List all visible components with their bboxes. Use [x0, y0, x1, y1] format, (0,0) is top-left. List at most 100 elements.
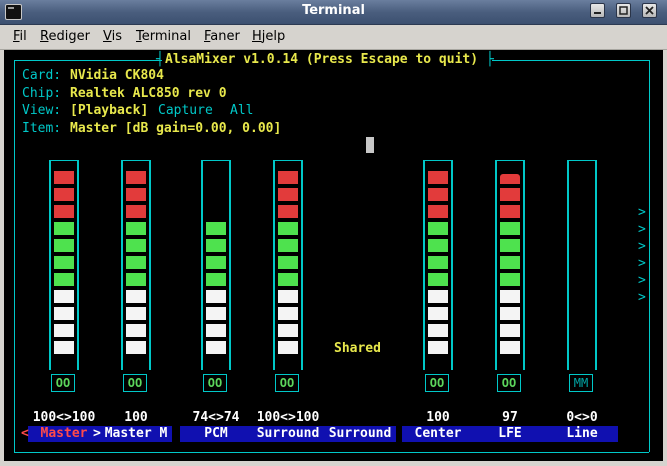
level-block	[500, 256, 520, 269]
level-block	[428, 341, 448, 354]
item-value: Master [dB gain=0.00, 0.00]	[70, 121, 282, 136]
channel-label[interactable]: Surround	[252, 426, 324, 442]
channel-label[interactable]: Line	[546, 426, 618, 442]
level-block	[126, 256, 146, 269]
menu-terminal[interactable]: Terminal	[136, 29, 191, 44]
mute-toggle[interactable]: OO	[275, 374, 299, 392]
scroll-right-arrow[interactable]: >	[638, 222, 646, 238]
level-block	[500, 290, 520, 303]
level-block	[206, 256, 226, 269]
view-playback[interactable]: [Playback]	[70, 103, 148, 119]
mute-toggle[interactable]: OO	[203, 374, 227, 392]
level-block	[206, 222, 226, 235]
level-block	[278, 188, 298, 201]
slider-cap	[423, 160, 453, 165]
volume-slider[interactable]: MM	[567, 160, 597, 400]
scroll-right-arrow[interactable]: >	[638, 290, 646, 306]
volume-slider[interactable]: OO	[273, 160, 303, 400]
level-block	[54, 205, 74, 218]
volume-readout: 100	[426, 410, 450, 425]
frame-bottom	[14, 452, 649, 453]
menu-fil[interactable]: Fil	[13, 29, 27, 44]
chip-label: Chip:	[22, 86, 62, 101]
level-block	[206, 324, 226, 337]
volume-readout: 74<>74	[192, 410, 240, 425]
channel-label[interactable]: LFE	[474, 426, 546, 442]
level-block	[428, 307, 448, 320]
level-block	[500, 324, 520, 337]
terminal-view[interactable]: ┤ AlsaMixer v1.0.14 (Press Escape to qui…	[4, 50, 663, 461]
mute-toggle[interactable]: MM	[569, 374, 593, 392]
volume-readout: 100<>100	[32, 410, 96, 425]
level-block	[206, 273, 226, 286]
level-block	[206, 290, 226, 303]
slider-cap	[567, 160, 597, 165]
channel-label[interactable]: Center	[402, 426, 474, 442]
scroll-right-arrow[interactable]: >	[638, 205, 646, 221]
close-icon	[645, 6, 654, 15]
volume-slider[interactable]: OO	[495, 160, 525, 400]
selection-right-marker: >	[93, 426, 101, 441]
level-block	[126, 188, 146, 201]
level-block	[206, 341, 226, 354]
channel-label[interactable]: Master	[28, 426, 100, 442]
level-block	[54, 239, 74, 252]
text-cursor	[366, 137, 374, 153]
level-block	[54, 307, 74, 320]
frame-top-right	[492, 60, 649, 61]
level-block	[126, 205, 146, 218]
close-button[interactable]	[642, 3, 657, 18]
level-block	[126, 307, 146, 320]
menu-rediger[interactable]: Rediger	[40, 29, 90, 44]
slider-rail	[77, 160, 79, 370]
level-block	[126, 171, 146, 184]
mute-toggle[interactable]: OO	[497, 374, 521, 392]
level-block	[278, 205, 298, 218]
scroll-right-arrow[interactable]: >	[638, 273, 646, 289]
level-block	[54, 222, 74, 235]
window-title: Terminal	[302, 3, 365, 18]
volume-slider[interactable]: OO	[201, 160, 231, 400]
level-block	[54, 171, 74, 184]
mute-toggle[interactable]: OO	[51, 374, 75, 392]
channel-label[interactable]: PCM	[180, 426, 252, 442]
menu-vis[interactable]: Vis	[103, 29, 122, 44]
item-label: Item:	[22, 121, 62, 136]
level-block	[500, 239, 520, 252]
level-block	[428, 273, 448, 286]
frame-right	[649, 60, 650, 452]
mute-toggle[interactable]: OO	[425, 374, 449, 392]
level-block	[500, 222, 520, 235]
view-all[interactable]: All	[230, 103, 253, 119]
frame-top-left	[14, 60, 162, 61]
volume-slider[interactable]: OO	[423, 160, 453, 400]
volume-slider[interactable]: OO	[49, 160, 79, 400]
level-block	[428, 205, 448, 218]
menu-faner[interactable]: Faner	[204, 29, 240, 44]
level-block	[428, 171, 448, 184]
mixer-title: AlsaMixer v1.0.14 (Press Escape to quit)	[165, 52, 479, 67]
level-block	[428, 222, 448, 235]
scroll-right-arrow[interactable]: >	[638, 256, 646, 272]
level-block	[278, 341, 298, 354]
volume-readout: 100<>100	[256, 410, 320, 425]
level-block	[126, 222, 146, 235]
slider-rail	[523, 160, 525, 370]
view-capture[interactable]: Capture	[158, 103, 213, 119]
slider-rail	[567, 160, 569, 370]
channel-label[interactable]: Master M	[100, 426, 172, 442]
slider-rail	[49, 160, 51, 370]
slider-rail	[301, 160, 303, 370]
level-block	[428, 188, 448, 201]
minimize-button[interactable]	[590, 3, 605, 18]
mute-toggle[interactable]: OO	[123, 374, 147, 392]
scroll-right-arrow[interactable]: >	[638, 239, 646, 255]
volume-slider[interactable]: OO	[121, 160, 151, 400]
level-block	[126, 239, 146, 252]
title-bar[interactable]: Terminal	[0, 0, 667, 25]
channel-label[interactable]: Surround	[324, 426, 396, 442]
volume-readout: 0<>0	[566, 410, 598, 425]
level-block	[54, 256, 74, 269]
menu-hjelp[interactable]: Hjelp	[252, 29, 285, 44]
maximize-button[interactable]	[616, 3, 631, 18]
